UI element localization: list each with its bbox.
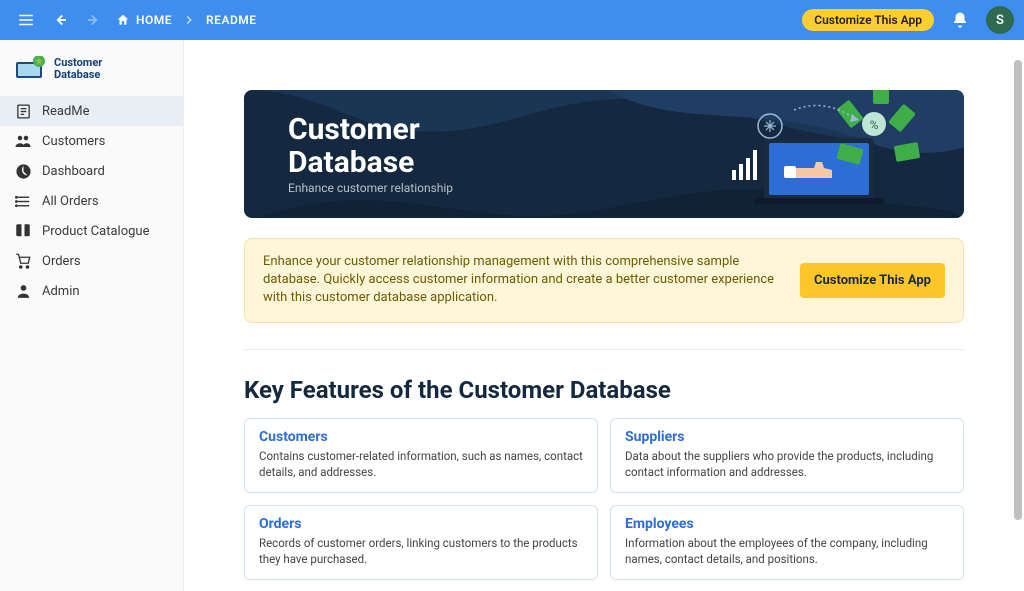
back-button[interactable] [44,4,76,36]
avatar[interactable]: S [986,6,1014,34]
app-logo: Customer Database [0,50,183,96]
divider [244,349,964,350]
catalogue-icon [14,222,32,240]
sidebar: Customer Database ReadMe Customers Dashb… [0,40,184,591]
svg-text:%: % [870,118,879,132]
feature-desc: Records of customer orders, linking cust… [259,535,583,567]
feature-card-customers[interactable]: Customers Contains customer-related info… [244,418,598,493]
sidebar-item-dashboard[interactable]: Dashboard [0,156,183,186]
feature-card-orders[interactable]: Orders Records of customer orders, linki… [244,505,598,580]
feature-title: Customers [259,429,583,445]
readme-icon [14,102,32,120]
sidebar-item-label: Dashboard [42,164,105,179]
hero-title-line1: Customer [288,112,420,147]
bell-icon [951,11,969,29]
feature-desc: Contains customer-related information, s… [259,448,583,480]
customize-app-pill[interactable]: Customize This App [802,9,934,31]
orders-icon [14,252,32,270]
sidebar-item-label: Customers [42,134,105,149]
scrollbar[interactable] [1014,60,1022,520]
sidebar-item-catalogue[interactable]: Product Catalogue [0,216,183,246]
feature-title: Suppliers [625,429,949,445]
sidebar-item-customers[interactable]: Customers [0,126,183,156]
sidebar-item-label: Admin [42,284,80,299]
app-logo-icon [14,56,48,82]
topbar: HOME README Customize This App S [0,0,1024,40]
sidebar-item-allorders[interactable]: All Orders [0,186,183,216]
feature-desc: Information about the employees of the c… [625,535,949,567]
home-icon [116,13,130,27]
customers-icon [14,132,32,150]
arrow-right-icon [85,11,103,29]
sidebar-item-label: All Orders [42,194,99,209]
notice-text: Enhance your customer relationship manag… [263,253,780,308]
allorders-icon [14,192,32,210]
feature-card-employees[interactable]: Employees Information about the employee… [610,505,964,580]
sidebar-item-readme[interactable]: ReadMe [0,96,183,126]
sidebar-item-label: ReadMe [42,104,90,119]
sidebar-item-admin[interactable]: Admin [0,276,183,306]
feature-title: Employees [625,516,949,532]
hamburger-icon [17,11,35,29]
notifications-button[interactable] [944,4,976,36]
breadcrumb-home[interactable]: HOME [130,13,178,27]
forward-button[interactable] [78,4,110,36]
hero-title-line2: Database [288,145,414,180]
arrow-left-icon [51,11,69,29]
sidebar-item-label: Orders [42,254,81,269]
notice-banner: Enhance your customer relationship manag… [244,238,964,323]
main-content: Customer Database Enhance customer relat… [184,40,1024,591]
customize-app-button[interactable]: Customize This App [800,263,945,298]
hero-banner: Customer Database Enhance customer relat… [244,90,964,218]
admin-icon [14,282,32,300]
breadcrumb: HOME README [116,13,263,27]
dashboard-icon [14,162,32,180]
feature-card-suppliers[interactable]: Suppliers Data about the suppliers who p… [610,418,964,493]
feature-desc: Data about the suppliers who provide the… [625,448,949,480]
logo-line2: Database [54,69,102,81]
feature-title: Orders [259,516,583,532]
hero-illustration: % [684,90,964,218]
sidebar-item-orders[interactable]: Orders [0,246,183,276]
chevron-right-icon [182,13,196,27]
hero-subtitle: Enhance customer relationship [288,181,453,195]
section-title: Key Features of the Customer Database [244,376,964,404]
menu-button[interactable] [10,4,42,36]
sidebar-item-label: Product Catalogue [42,224,149,239]
breadcrumb-readme[interactable]: README [200,13,262,27]
